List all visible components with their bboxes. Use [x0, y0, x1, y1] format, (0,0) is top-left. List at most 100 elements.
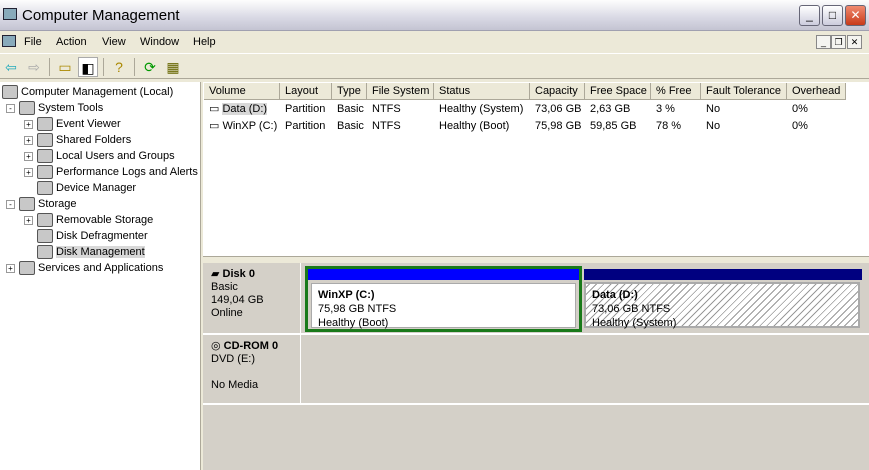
tree-item[interactable]: + Performance Logs and Alerts: [24, 164, 198, 180]
tree-item[interactable]: Device Manager: [24, 180, 136, 196]
collapse-icon[interactable]: -: [6, 103, 15, 113]
tree-item[interactable]: - System Tools: [6, 100, 103, 116]
disk-label[interactable]: ▰ Disk 0 Basic 149,04 GB Online: [203, 263, 301, 333]
cell-text: WinXP (C:): [222, 120, 278, 132]
menu-bar: File Action View Window Help _ ❐ ✕: [0, 31, 869, 53]
table-cell: NTFS: [367, 101, 401, 117]
table-cell: 0%: [787, 101, 808, 117]
tree-item[interactable]: + Services and Applications: [6, 260, 163, 276]
partition-status: Healthy (System): [592, 317, 677, 329]
cdrom-row: ◎ CD-ROM 0 DVD (E:) No Media: [203, 335, 869, 405]
disk-name: Disk 0: [222, 268, 255, 280]
minimize-button[interactable]: _: [799, 5, 820, 26]
expand-icon[interactable]: +: [6, 263, 15, 273]
cell-text: 75,98 GB: [535, 120, 582, 132]
tree-node-icon: [37, 133, 53, 148]
partition-d[interactable]: Data (D:) 73,06 GB NTFS Healthy (System): [584, 269, 862, 329]
column-header[interactable]: Volume: [204, 83, 280, 100]
tree-item[interactable]: Disk Management: [24, 244, 145, 260]
volume-list: Volume Layout Type File System Status Capacit…: [203, 82, 869, 256]
expand-icon[interactable]: +: [24, 151, 33, 161]
mdi-close-button[interactable]: ✕: [847, 35, 862, 49]
column-header[interactable]: Fault Tolerance: [701, 83, 787, 100]
tree-item-label: Storage: [38, 198, 77, 210]
menu-window[interactable]: Window: [140, 36, 179, 48]
partition-c[interactable]: WinXP (C:) 75,98 GB NTFS Healthy (Boot): [305, 266, 582, 332]
refresh-icon[interactable]: ⟳: [140, 57, 160, 77]
expand-icon[interactable]: +: [24, 215, 33, 225]
collapse-icon[interactable]: -: [6, 199, 15, 209]
table-cell: Basic: [332, 118, 364, 134]
table-cell: 2,63 GB: [585, 101, 630, 117]
column-header[interactable]: Free Space: [585, 83, 651, 100]
mdi-minimize-button[interactable]: _: [816, 35, 831, 49]
menu-help[interactable]: Help: [193, 36, 216, 48]
tree-item[interactable]: + Event Viewer: [24, 116, 121, 132]
cdrom-name: CD-ROM 0: [223, 340, 279, 352]
tree-node-icon: [37, 165, 53, 180]
tree-node-icon: [37, 149, 53, 164]
properties-icon[interactable]: ▦: [163, 57, 183, 77]
expand-icon[interactable]: +: [24, 135, 33, 145]
column-header[interactable]: Overhead: [787, 83, 846, 100]
tree-node-icon: [19, 101, 35, 116]
table-cell: NTFS: [367, 118, 401, 134]
cell-text: 78 %: [656, 120, 682, 132]
volume-name-cell[interactable]: ▭ WinXP (C:): [204, 118, 277, 134]
help-icon[interactable]: ?: [109, 57, 129, 77]
column-header[interactable]: Type: [332, 83, 367, 100]
disk-size: 149,04 GB: [211, 294, 264, 306]
cell-text: Healthy (System): [439, 103, 524, 115]
tree-node-icon: [37, 117, 53, 132]
forward-icon[interactable]: ⇨: [24, 57, 44, 77]
tree-node-icon: [37, 213, 53, 228]
menu-action[interactable]: Action: [56, 36, 87, 48]
table-cell: Healthy (System): [434, 101, 523, 117]
show-hide-tree-icon[interactable]: ◧: [78, 57, 98, 77]
table-cell: 78 %: [651, 118, 681, 134]
cdrom-label[interactable]: ◎ CD-ROM 0 DVD (E:) No Media: [203, 335, 301, 403]
cdrom-drive: DVD (E:): [211, 353, 255, 365]
column-header[interactable]: Layout: [280, 83, 332, 100]
maximize-button[interactable]: □: [822, 5, 843, 26]
tree-item-label: Disk Defragmenter: [56, 230, 148, 242]
volume-icon: ▭: [209, 103, 223, 115]
cell-text: 59,85 GB: [590, 120, 637, 132]
menu-view[interactable]: View: [102, 36, 126, 48]
window-title: Computer Management: [22, 7, 180, 24]
close-button[interactable]: ✕: [845, 5, 866, 26]
volume-name-cell[interactable]: ▭ Data (D:): [204, 101, 268, 117]
mdi-restore-button[interactable]: ❐: [831, 35, 846, 49]
tree-item[interactable]: + Shared Folders: [24, 132, 131, 148]
up-folder-icon[interactable]: ▭: [55, 57, 75, 77]
column-header[interactable]: Capacity: [530, 83, 585, 100]
console-tree: Computer Management (Local) - System Tools…: [0, 82, 201, 470]
tree-item[interactable]: + Local Users and Groups: [24, 148, 175, 164]
menu-file[interactable]: File: [24, 36, 42, 48]
tree-item[interactable]: - Storage: [6, 196, 77, 212]
cell-text: 0%: [792, 103, 808, 115]
column-header[interactable]: % Free: [651, 83, 701, 100]
tree-node-icon: [37, 181, 53, 196]
column-header[interactable]: File System: [367, 83, 434, 100]
tree-node-icon: [37, 245, 53, 260]
cell-text: Partition: [285, 120, 326, 132]
tree-item[interactable]: + Removable Storage: [24, 212, 153, 228]
tree-node-icon: [19, 261, 35, 276]
tree-item[interactable]: Disk Defragmenter: [24, 228, 148, 244]
cdrom-status: No Media: [211, 379, 259, 391]
partition-size: 75,98 GB NTFS: [318, 303, 397, 315]
expand-icon[interactable]: +: [24, 119, 33, 129]
computer-icon[interactable]: [2, 35, 16, 47]
cell-text: Partition: [285, 103, 326, 115]
title-bar: Computer Management _ □ ✕: [0, 0, 869, 31]
expand-icon[interactable]: +: [24, 167, 33, 177]
table-cell: 75,98 GB: [530, 118, 581, 134]
column-header[interactable]: Status: [434, 83, 530, 100]
back-icon[interactable]: ⇦: [1, 57, 21, 77]
cell-text: 73,06 GB: [535, 103, 582, 115]
tree-node-icon: [37, 229, 53, 244]
pane-splitter[interactable]: [203, 256, 869, 263]
tree-item[interactable]: Computer Management (Local): [2, 84, 173, 100]
cell-text: Basic: [337, 103, 364, 115]
